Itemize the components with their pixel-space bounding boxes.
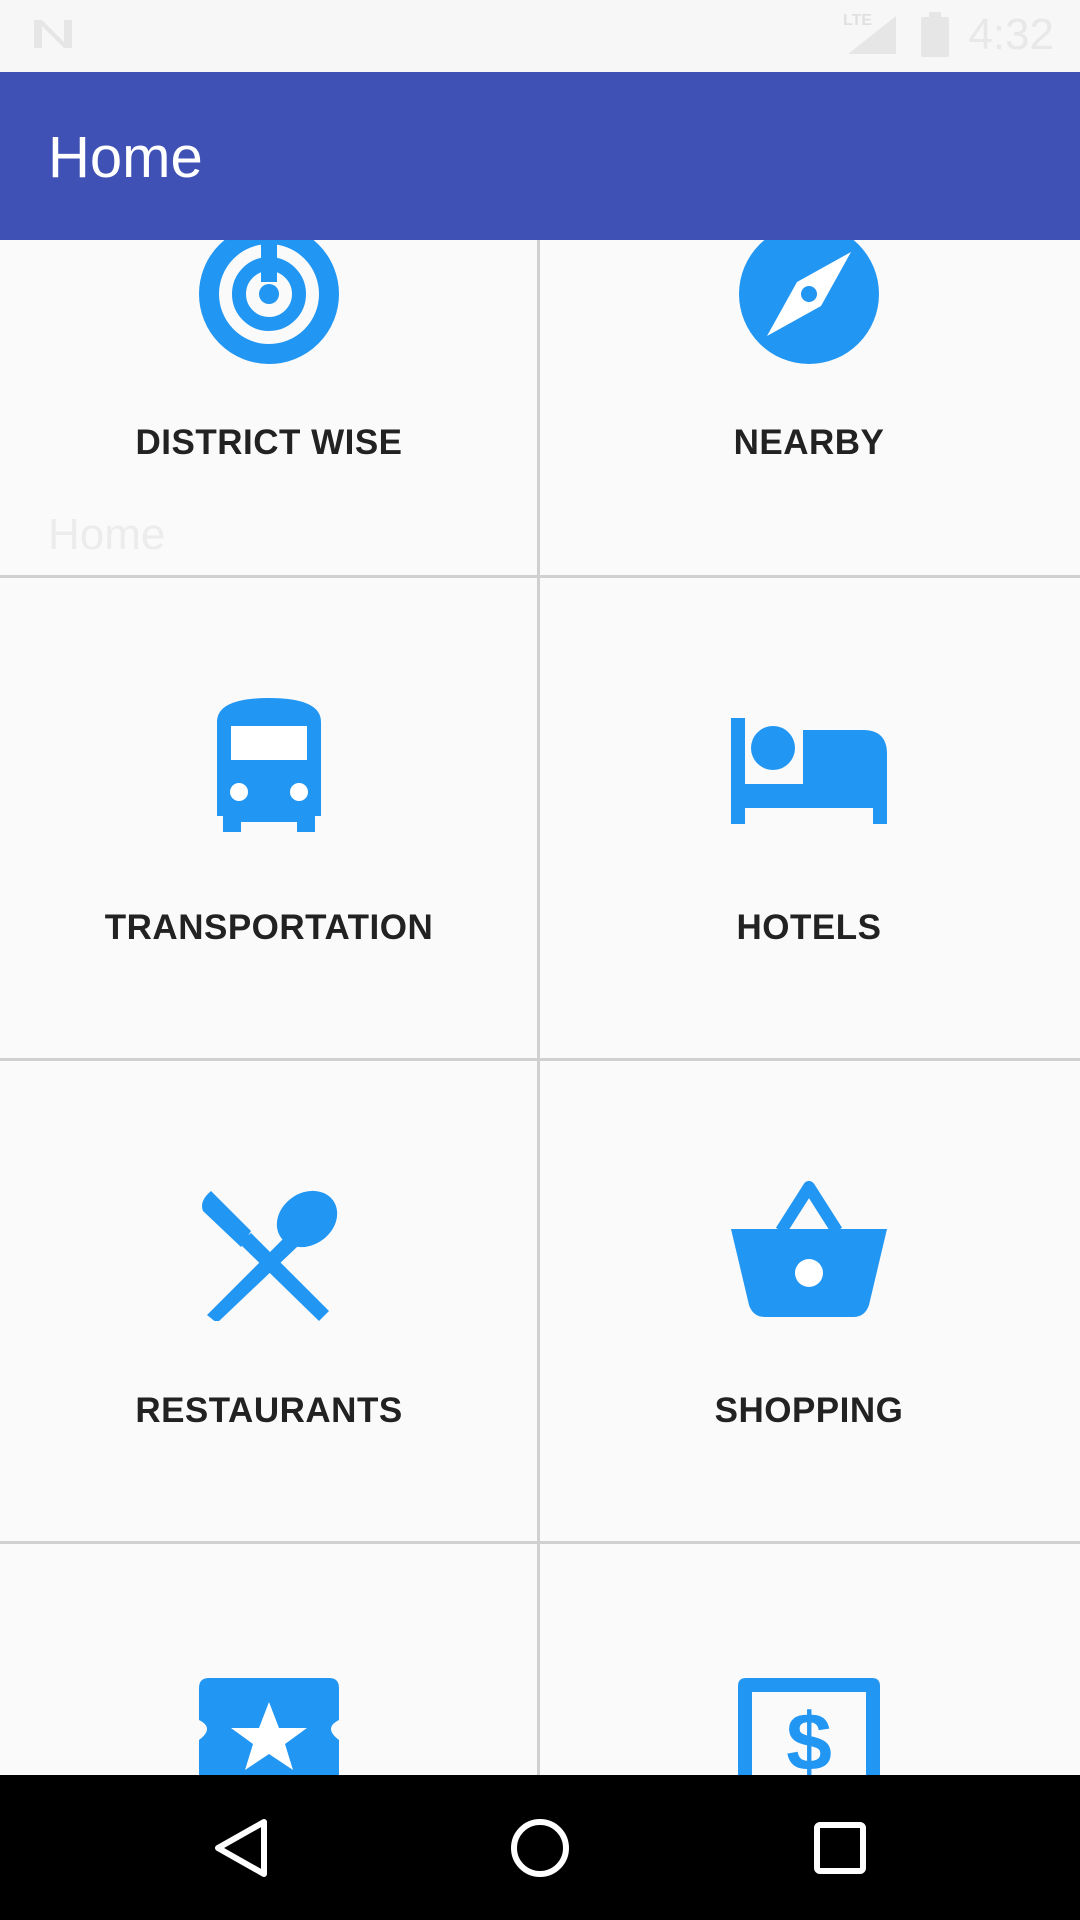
tile-label: RESTAURANTS — [135, 1391, 403, 1430]
status-time: 4:32 — [968, 10, 1054, 59]
page-title: Home — [48, 125, 203, 190]
battery-icon — [920, 12, 950, 63]
navigation-bar — [0, 1775, 1080, 1920]
basket-icon — [731, 1181, 887, 1317]
tile-shopping[interactable]: SHOPPING — [540, 1061, 1078, 1541]
tile-transportation[interactable]: TRANSPORTATION — [0, 578, 538, 1058]
compass-icon — [739, 224, 879, 364]
screen: LTE 4:32 Home DISTRICT WISE NEARBY TRANS… — [0, 0, 1080, 1920]
bed-icon — [731, 718, 887, 824]
restaurant-icon — [202, 1190, 338, 1321]
recents-button[interactable] — [770, 1775, 910, 1920]
row-divider — [0, 1058, 1080, 1061]
bus-icon — [217, 698, 321, 832]
row-divider — [0, 1541, 1080, 1544]
tile-label: HOTELS — [736, 908, 882, 947]
radar-icon — [199, 224, 339, 364]
notification-n-icon — [30, 14, 76, 59]
tile-label: SHOPPING — [714, 1391, 904, 1430]
category-grid: DISTRICT WISE NEARBY TRANSPORTATION HOTE… — [0, 0, 1080, 1920]
tile-label: TRANSPORTATION — [104, 908, 434, 947]
back-icon — [215, 1818, 267, 1877]
tile-label: NEARBY — [733, 423, 885, 462]
home-icon — [511, 1818, 569, 1877]
tile-hotels[interactable]: HOTELS — [540, 578, 1078, 1058]
tile-label: DISTRICT WISE — [135, 423, 403, 462]
status-bar: LTE 4:32 — [0, 0, 1080, 72]
ghost-title: Home — [48, 510, 166, 559]
recents-icon — [814, 1821, 866, 1874]
network-label: LTE — [843, 12, 873, 29]
home-button[interactable] — [470, 1775, 610, 1920]
column-divider — [537, 240, 540, 1775]
tile-restaurants[interactable]: RESTAURANTS — [0, 1061, 538, 1541]
back-button[interactable] — [170, 1775, 310, 1920]
row-divider — [0, 575, 1080, 578]
app-bar: Home — [0, 72, 1080, 240]
